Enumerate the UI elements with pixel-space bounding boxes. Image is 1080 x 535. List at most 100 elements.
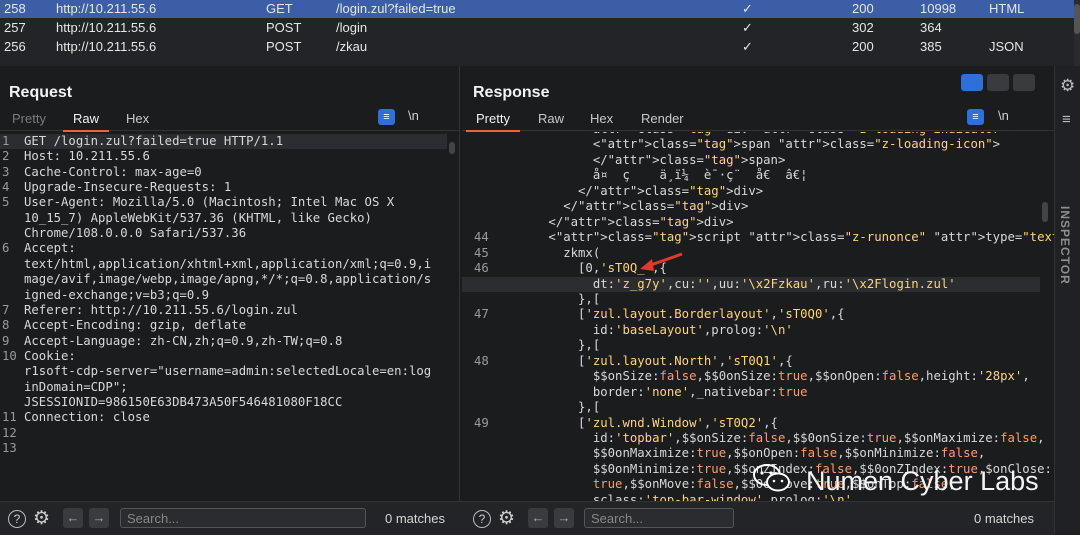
request-scrollbar[interactable] xyxy=(449,142,455,154)
code-line: </"attr">class="tag">span> xyxy=(462,153,1040,168)
line-text: Upgrade-Insecure-Requests: 1 xyxy=(24,180,232,195)
search-input[interactable]: Search... xyxy=(120,508,366,528)
row-method: POST xyxy=(266,39,302,54)
response-title: Response xyxy=(473,84,550,101)
code-line: Chrome/108.0.0.0 Safari/537.36 xyxy=(0,226,447,241)
line-text: Referer: http://10.211.55.6/login.zul xyxy=(24,302,298,317)
table-row[interactable]: 257 http://10.211.55.6 POST /login ✓ 302… xyxy=(0,19,1074,37)
settings-gear-icon[interactable]: ⚙ xyxy=(33,507,50,530)
wrap-lines-icon[interactable]: ≡ xyxy=(378,109,395,125)
tab-pretty[interactable]: Pretty xyxy=(2,110,56,130)
row-length: 364 xyxy=(920,20,942,35)
line-text: Host: 10.211.55.6 xyxy=(24,149,150,164)
line-text: ['zul.wnd.Window','sT0Q2',{ xyxy=(504,415,778,430)
line-text: <"attr">class="tag">span "attr">class="z… xyxy=(504,137,1001,152)
line-text: ['zul.layout.North','sT0Q1',{ xyxy=(504,353,793,368)
inspector-label[interactable]: INSPECTOR xyxy=(1058,206,1072,285)
code-line: 10_15_7) AppleWebKit/537.36 (KHTML, like… xyxy=(0,211,447,226)
search-input[interactable]: Search... xyxy=(584,508,734,528)
request-editor[interactable]: 1 GET /login.zul?failed=true HTTP/1.1 2 Hos… xyxy=(0,132,459,501)
code-line: inDomain=CDP"; xyxy=(0,380,447,395)
request-panel: Request Pretty Raw Hex ≡ \n 1 GET /login.… xyxy=(0,66,460,501)
tab-raw[interactable]: Raw xyxy=(63,110,110,132)
code-line: 44 <"attr">class="tag">script "attr">cla… xyxy=(462,230,1054,245)
row-status: 200 xyxy=(852,1,874,16)
code-line: 13 xyxy=(0,441,447,456)
code-line: 10 Cookie: xyxy=(0,349,447,364)
code-line: <"attr">class="tag">span "attr">class="z… xyxy=(462,137,1040,152)
inspector-sidebar[interactable]: ⚙ ≡ INSPECTOR xyxy=(1054,66,1080,534)
row-check-icon: ✓ xyxy=(742,20,753,35)
list-icon[interactable]: ≡ xyxy=(1062,111,1071,128)
line-text: text/html,application/xhtml+xml,applicat… xyxy=(24,256,432,271)
tab-hex[interactable]: Hex xyxy=(580,110,623,130)
tab-raw[interactable]: Raw xyxy=(528,110,574,130)
split-horizontal-icon[interactable] xyxy=(961,74,983,91)
code-line: å¤ ç ä¸­ï¼ è¯·ç¨ å€ â€¦ xyxy=(462,168,1040,183)
code-line: 4 Upgrade-Insecure-Requests: 1 xyxy=(0,180,447,195)
settings-gear-icon[interactable]: ⚙ xyxy=(1060,76,1075,96)
line-text: Accept-Language: zh-CN,zh;q=0.9,zh-TW;q=… xyxy=(24,333,343,348)
row-url: /login xyxy=(336,20,368,35)
help-icon[interactable]: ? xyxy=(473,510,491,528)
row-mime: JSON xyxy=(989,39,1024,54)
history-table: 258 http://10.211.55.6 GET /login.zul?fa… xyxy=(0,0,1080,66)
response-editor[interactable]: <"attr">class="tag">div "attr">class="z-… xyxy=(462,132,1054,501)
code-line: id:'topbar',$$onSize:false,$$0onSize:tru… xyxy=(462,431,1045,446)
single-pane-icon[interactable] xyxy=(1013,74,1035,91)
code-line: $$0onMaximize:true,$$onOpen:false,$$onMi… xyxy=(462,446,1040,461)
next-arrow-icon[interactable]: → xyxy=(554,508,574,528)
response-scrollbar[interactable] xyxy=(1042,202,1048,222)
code-line: 45 zkmx( xyxy=(462,246,1040,261)
code-line: 49 ['zul.wnd.Window','sT0Q2',{ xyxy=(462,416,1040,431)
newline-toggle[interactable]: \n xyxy=(998,108,1009,123)
code-line: 3 Cache-Control: max-age=0 xyxy=(0,165,447,180)
previous-arrow-icon[interactable]: ← xyxy=(528,508,548,528)
match-count: 0 matches xyxy=(974,511,1034,526)
code-line: },[ xyxy=(462,400,1040,415)
next-arrow-icon[interactable]: → xyxy=(89,508,109,528)
help-icon[interactable]: ? xyxy=(8,510,26,528)
line-number: 9 xyxy=(2,333,10,348)
row-check-icon: ✓ xyxy=(742,39,753,54)
tab-render[interactable]: Render xyxy=(631,110,694,130)
line-text: dt:'z_g7y',cu:'',uu:'\x2Fzkau',ru:'\x2Fl… xyxy=(504,276,956,291)
code-line: 9 Accept-Language: zh-CN,zh;q=0.9,zh-TW;q… xyxy=(0,334,447,349)
line-number: 1 xyxy=(2,134,10,148)
row-number: 256 xyxy=(4,39,26,54)
response-panel: Response Pretty Raw Hex Render ≡ \n <"at… xyxy=(462,66,1054,501)
scrollbar-thumb[interactable] xyxy=(1074,4,1080,34)
line-text: zkmx( xyxy=(504,245,601,260)
line-number: 6 xyxy=(2,241,10,256)
line-text: sclass:'top-bar-window',prolog:'\n' xyxy=(504,492,852,501)
response-tabs: Pretty Raw Hex Render xyxy=(462,108,1054,132)
line-text: Cache-Control: max-age=0 xyxy=(24,164,202,179)
code-line: border:'none',_nativebar:true xyxy=(462,385,1040,400)
line-number: 46 xyxy=(474,261,489,276)
newline-toggle[interactable]: \n xyxy=(408,108,419,123)
code-line: },[ xyxy=(462,338,1040,353)
tab-pretty[interactable]: Pretty xyxy=(466,110,520,132)
line-number: 12 xyxy=(2,425,17,440)
code-line: 12 xyxy=(0,426,447,441)
annotation-arrow-icon xyxy=(640,252,683,271)
request-search-bar: ? ⚙ ← → Search... 0 matches xyxy=(0,501,462,535)
table-row[interactable]: 258 http://10.211.55.6 GET /login.zul?fa… xyxy=(0,0,1074,18)
line-number: 47 xyxy=(474,307,489,322)
split-vertical-icon[interactable] xyxy=(987,74,1009,91)
row-host: http://10.211.55.6 xyxy=(56,1,157,16)
tab-hex[interactable]: Hex xyxy=(116,110,159,130)
settings-gear-icon[interactable]: ⚙ xyxy=(498,507,515,530)
wrap-lines-icon[interactable]: ≡ xyxy=(967,109,984,125)
code-line: JSESSIONID=986150E63DB473A50F546481080F1… xyxy=(0,395,447,410)
line-number: 4 xyxy=(2,180,10,195)
previous-arrow-icon[interactable]: ← xyxy=(63,508,83,528)
table-row[interactable]: 256 http://10.211.55.6 POST /zkau ✓ 200 … xyxy=(0,38,1074,56)
code-line: igned-exchange;v=b3;q=0.9 xyxy=(0,288,447,303)
row-method: GET xyxy=(266,1,293,16)
line-text: <"attr">class="tag">script "attr">class=… xyxy=(504,230,1054,245)
line-number: 10 xyxy=(2,348,17,363)
line-text: User-Agent: Mozilla/5.0 (Macintosh; Inte… xyxy=(24,195,395,210)
history-scrollbar[interactable] xyxy=(1074,0,1080,66)
line-text: </"attr">class="tag">div> xyxy=(504,199,749,214)
